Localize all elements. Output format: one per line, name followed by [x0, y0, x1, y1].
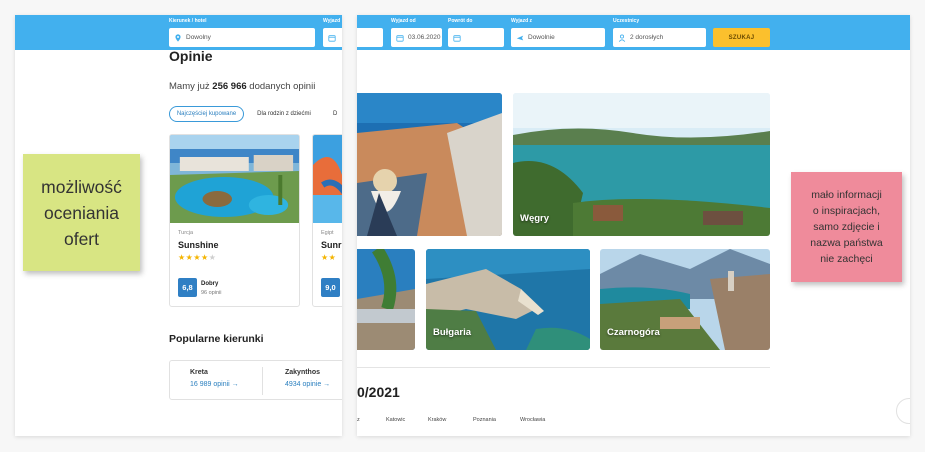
- destination-tile-partial[interactable]: [357, 249, 415, 350]
- card-hotel-name[interactable]: Sunri: [321, 240, 342, 250]
- filter-most-bought[interactable]: Najczęściej kupowane: [169, 106, 244, 122]
- search-bar: Kierunek / hotel Dowolny Wyjazd: [15, 15, 342, 50]
- card-rating-word: Dobry: [201, 281, 219, 287]
- scroll-button[interactable]: [896, 398, 910, 424]
- destination-tile-hungary[interactable]: Węgry: [513, 93, 770, 236]
- destination-value: Dowolny: [186, 34, 211, 41]
- sticky-note-pink: mało informacji o inspiracjach, samo zdj…: [791, 172, 902, 282]
- stage: Kierunek / hotel Dowolny Wyjazd Opinie M…: [0, 0, 925, 452]
- city-link[interactable]: Wrocławia: [520, 417, 545, 423]
- city-link-partial[interactable]: z: [357, 417, 360, 423]
- destination-label: Kierunek / hotel: [169, 18, 207, 24]
- calendar-icon: [453, 34, 461, 42]
- destination-field[interactable]: Dowolny: [169, 28, 315, 47]
- airplane-icon: [516, 35, 524, 40]
- reviews-count-line: Mamy już 256 966 dodanych opinii: [169, 81, 316, 92]
- reviews-title: Opinie: [169, 48, 213, 64]
- departure-label-partial: Wyjazd: [323, 18, 341, 24]
- season-title: 0/2021: [357, 384, 400, 400]
- filter-families[interactable]: Dla rodzin z dziećmi: [251, 106, 317, 122]
- destination-tile-montenegro[interactable]: Czarnogóra: [600, 249, 770, 350]
- destination-name: Węgry: [520, 213, 550, 224]
- destination-photo: [357, 93, 502, 236]
- from-field[interactable]: Dowolnie: [511, 28, 605, 47]
- sticky-note-green: możliwość oceniania ofert: [23, 154, 140, 271]
- destination-name: Czarnogóra: [607, 327, 660, 338]
- review-card[interactable]: Turcja Sunshine ★★★★★ 6,8 Dobry 96 opini…: [169, 134, 300, 307]
- destination-name: Bułgaria: [433, 327, 472, 338]
- destination-photo: [357, 249, 415, 350]
- card-stars: ★★★★★: [178, 253, 217, 262]
- departure-field[interactable]: 03.06.2020: [391, 28, 442, 47]
- city-link[interactable]: Kraków: [428, 417, 446, 423]
- hotel-photo: [170, 135, 299, 223]
- card-country: Egipt: [321, 230, 334, 236]
- participants-label: Uczestnicy: [613, 18, 640, 24]
- participants-value: 2 dorosłych: [630, 34, 664, 41]
- city-link[interactable]: Poznania: [473, 417, 496, 423]
- popular-item-zakynthos[interactable]: Zakynthos 4934 opinie →: [285, 369, 330, 388]
- card-country: Turcja: [178, 230, 194, 236]
- popular-destinations-title: Popularne kierunki: [169, 333, 264, 345]
- from-label: Wyjazd z: [511, 18, 533, 24]
- popular-item-kreta[interactable]: Kreta 16 989 opinii →: [190, 369, 239, 388]
- hotel-photo: [313, 135, 342, 223]
- calendar-icon: [328, 34, 336, 42]
- review-card[interactable]: Egipt Sunri ★★ 9,0: [312, 134, 342, 307]
- destination-field-partial[interactable]: [357, 28, 383, 47]
- departure-field-partial[interactable]: [323, 28, 342, 47]
- search-bar: Wyjazd od 03.06.2020 Powrót do Wyjazd z …: [357, 15, 910, 50]
- destination-tile-partial[interactable]: [357, 93, 502, 236]
- popular-destinations-box: Kreta 16 989 opinii → Zakynthos 4934 opi…: [169, 360, 342, 400]
- filter-partial[interactable]: D: [333, 106, 342, 122]
- participants-field[interactable]: 2 dorosłych: [613, 28, 706, 47]
- destination-tile-bulgaria[interactable]: Bułgaria: [426, 249, 590, 350]
- card-rating-count: 96 opinii: [201, 290, 222, 296]
- destination-photo: [513, 93, 770, 236]
- return-field[interactable]: [448, 28, 504, 47]
- calendar-icon: [396, 34, 404, 42]
- section-divider: [357, 367, 770, 368]
- city-link[interactable]: Katowic: [386, 417, 405, 423]
- from-value: Dowolnie: [528, 34, 555, 41]
- departure-label: Wyjazd od: [391, 18, 416, 24]
- location-pin-icon: [175, 33, 181, 42]
- card-hotel-name[interactable]: Sunshine: [178, 240, 219, 250]
- card-score-badge: 6,8: [178, 278, 197, 297]
- departure-value: 03.06.2020: [408, 34, 441, 41]
- card-stars: ★★: [321, 253, 337, 262]
- return-label: Powrót do: [448, 18, 473, 24]
- person-icon: [618, 34, 626, 42]
- search-button[interactable]: SZUKAJ: [713, 28, 770, 47]
- reviews-count: 256 966: [212, 81, 247, 92]
- popular-divider: [262, 367, 263, 395]
- card-score-badge: 9,0: [321, 278, 340, 297]
